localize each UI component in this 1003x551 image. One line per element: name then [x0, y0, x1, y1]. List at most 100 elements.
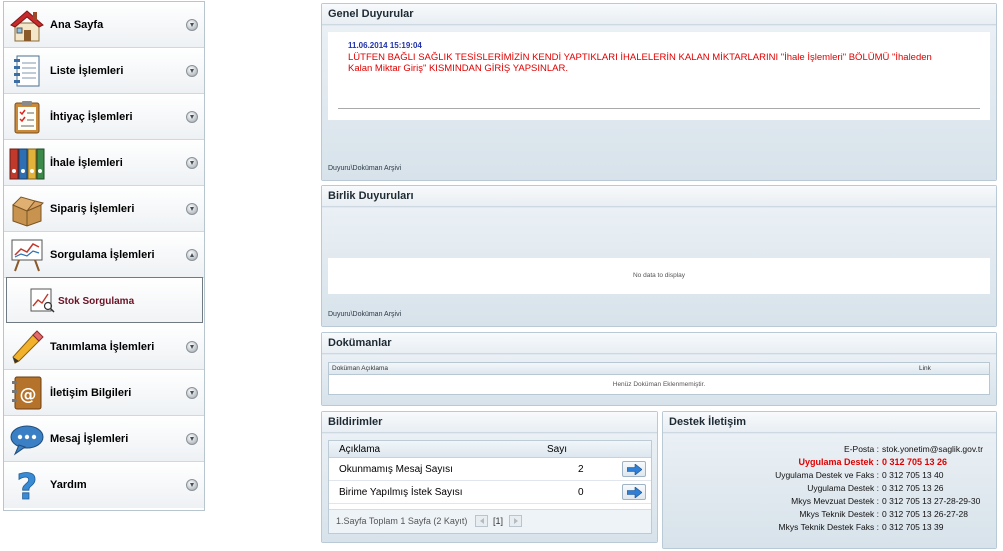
support-label: E-Posta : — [844, 444, 879, 454]
nav-item-siparis-islemleri[interactable]: Sipariş İşlemleri — [4, 186, 204, 232]
expand-toggle-icon[interactable] — [186, 157, 198, 169]
support-line-email: E-Posta : stok.yonetim@saglik.gov.tr — [689, 443, 989, 456]
nav-item-label: Sipariş İşlemleri — [50, 203, 135, 215]
support-value: 0 312 705 13 26-27-28 — [882, 509, 969, 519]
column-header[interactable]: Doküman Açıklama — [332, 365, 388, 372]
expand-toggle-icon[interactable] — [186, 65, 198, 77]
column-header[interactable]: Link — [919, 365, 931, 372]
panel-body: Açıklama Sayı Okunmamış Mesaj Sayısı 2 B… — [322, 434, 657, 542]
panel-body: No data to display Duyuru\Doküman Arşivi — [322, 208, 996, 326]
go-unread-messages-button[interactable] — [622, 461, 646, 477]
documents-grid-header: Doküman Açıklama Link — [328, 362, 990, 375]
union-announcements-panel: Birlik Duyuruları No data to display Duy… — [321, 185, 997, 327]
support-label: Uygulama Destek : — [807, 483, 879, 493]
current-page[interactable]: [1] — [493, 516, 503, 526]
documents-panel: Dokümanlar Doküman Açıklama Link Henüz D… — [321, 332, 997, 406]
notifications-table: Açıklama Sayı Okunmamış Mesaj Sayısı 2 B… — [328, 440, 652, 534]
archive-link[interactable]: Duyuru\Doküman Arşivi — [328, 311, 401, 318]
panel-body: 11.06.2014 15:19:04 LÜTFEN BAĞLI SAĞLIK … — [322, 26, 996, 180]
announcement-box: 11.06.2014 15:19:04 LÜTFEN BAĞLI SAĞLIK … — [328, 32, 990, 120]
nav-item-label: Tanımlama İşlemleri — [50, 341, 155, 353]
nav-item-ihale-islemleri[interactable]: İhale İşlemleri — [4, 140, 204, 186]
support-value: 0 312 705 13 26 — [882, 457, 948, 467]
expand-toggle-icon[interactable] — [186, 341, 198, 353]
row-label: Okunmamış Mesaj Sayısı — [339, 464, 453, 475]
divider — [338, 108, 980, 109]
clipboard-checklist-icon — [14, 101, 40, 134]
support-line-mkys-legislation: Mkys Mevzuat Destek :0 312 705 13 27-28-… — [689, 495, 989, 508]
support-label: Mkys Teknik Destek : — [799, 509, 879, 519]
address-book-icon: @ — [12, 376, 42, 410]
nav-item-ihtiyac-islemleri[interactable]: İhtiyaç İşlemleri — [4, 94, 204, 140]
nav-item-ana-sayfa[interactable]: Ana Sayfa — [4, 2, 204, 48]
nav-item-mesaj-islemleri[interactable]: Mesaj İşlemleri — [4, 416, 204, 462]
expand-toggle-icon[interactable] — [186, 479, 198, 491]
svg-text:@: @ — [20, 385, 37, 405]
nav-item-label: Sorgulama İşlemleri — [50, 249, 155, 261]
support-line-app-support-fax: Uygulama Destek ve Faks :0 312 705 13 40 — [689, 469, 989, 482]
expand-toggle-icon[interactable] — [186, 19, 198, 31]
collapse-toggle-icon[interactable] — [186, 249, 198, 261]
support-line-app-support-highlight: Uygulama Destek :0 312 705 13 26 — [689, 456, 989, 469]
support-value: 0 312 705 13 27-28-29-30 — [882, 496, 981, 506]
support-contact-list: E-Posta : stok.yonetim@saglik.gov.tr Uygu… — [689, 443, 989, 534]
panel-title: Destek İletişim — [663, 412, 996, 433]
sub-item-stok-sorgulama[interactable]: Stok Sorgulama — [6, 277, 203, 323]
expand-toggle-icon[interactable] — [186, 387, 198, 399]
panel-title: Dokümanlar — [322, 333, 996, 354]
go-unit-requests-button[interactable] — [622, 484, 646, 500]
support-value[interactable]: stok.yonetim@saglik.gov.tr — [879, 443, 989, 456]
panel-title: Genel Duyurular — [322, 4, 996, 25]
no-data-text: No data to display — [632, 272, 686, 279]
column-header: Açıklama — [339, 444, 381, 455]
nav-item-label: Liste İşlemleri — [50, 65, 124, 77]
row-label: Birime Yapılmış İstek Sayısı — [339, 487, 463, 498]
support-label: Uygulama Destek : — [798, 457, 879, 467]
nav-item-sorgulama-islemleri[interactable]: Sorgulama İşlemleri — [4, 232, 204, 278]
support-value: 0 312 705 13 26 — [882, 483, 944, 493]
panel-body: Doküman Açıklama Link Henüz Doküman Ekle… — [322, 355, 996, 405]
arrow-right-icon — [627, 464, 642, 475]
support-label: Uygulama Destek ve Faks : — [775, 470, 879, 480]
notifications-panel: Bildirimler Açıklama Sayı Okunmamış Mesa… — [321, 411, 658, 543]
row-count: 2 — [578, 464, 584, 475]
question-mark-icon: ? — [16, 467, 38, 503]
speech-bubble-icon — [10, 425, 44, 456]
next-page-button[interactable] — [509, 515, 522, 527]
nav-item-label: Yardım — [50, 479, 87, 491]
binders-icon — [9, 148, 45, 180]
support-line-mkys-technical: Mkys Teknik Destek :0 312 705 13 26-27-2… — [689, 508, 989, 521]
support-label: Mkys Teknik Destek Faks : — [778, 522, 879, 532]
table-row: Okunmamış Mesaj Sayısı 2 — [329, 458, 651, 481]
expand-toggle-icon[interactable] — [186, 433, 198, 445]
nav-item-label: İletişim Bilgileri — [50, 387, 132, 399]
table-header: Açıklama Sayı — [329, 441, 651, 458]
archive-link[interactable]: Duyuru\Doküman Arşivi — [328, 165, 401, 172]
documents-empty-text: Henüz Doküman Eklenmemiştir. — [328, 375, 990, 395]
notebook-icon — [14, 55, 40, 87]
support-value: 0 312 705 13 40 — [882, 470, 944, 480]
support-value: 0 312 705 13 39 — [882, 522, 944, 532]
sidebar: Ana Sayfa Liste İşlemleri İhtiyaç İşleml… — [3, 1, 205, 511]
table-row: Birime Yapılmış İstek Sayısı 0 — [329, 481, 651, 504]
prev-page-button[interactable] — [475, 515, 488, 527]
sub-item-label: Stok Sorgulama — [58, 296, 135, 307]
nav-item-yardim[interactable]: ? Yardım — [4, 462, 204, 508]
support-line-mkys-technical-fax: Mkys Teknik Destek Faks :0 312 705 13 39 — [689, 521, 989, 534]
announcement-date: 11.06.2014 15:19:04 — [348, 41, 422, 50]
open-box-icon — [12, 196, 44, 227]
general-announcements-panel: Genel Duyurular 11.06.2014 15:19:04 LÜTF… — [321, 3, 997, 181]
pager: 1.Sayfa Toplam 1 Sayfa (2 Kayıt) [1] — [329, 509, 651, 533]
expand-toggle-icon[interactable] — [186, 111, 198, 123]
nav-item-iletisim-bilgileri[interactable]: @ İletişim Bilgileri — [4, 370, 204, 416]
nav-item-label: Ana Sayfa — [50, 19, 104, 31]
support-label: Mkys Mevzuat Destek : — [791, 496, 879, 506]
line-chart-board-icon — [11, 239, 43, 272]
pager-summary: 1.Sayfa Toplam 1 Sayfa (2 Kayıt) — [336, 516, 468, 526]
panel-title: Bildirimler — [322, 412, 657, 433]
row-count: 0 — [578, 487, 584, 498]
nav-item-tanimlama-islemleri[interactable]: Tanımlama İşlemleri — [4, 324, 204, 370]
arrow-right-icon — [627, 487, 642, 498]
expand-toggle-icon[interactable] — [186, 203, 198, 215]
nav-item-liste-islemleri[interactable]: Liste İşlemleri — [4, 48, 204, 94]
